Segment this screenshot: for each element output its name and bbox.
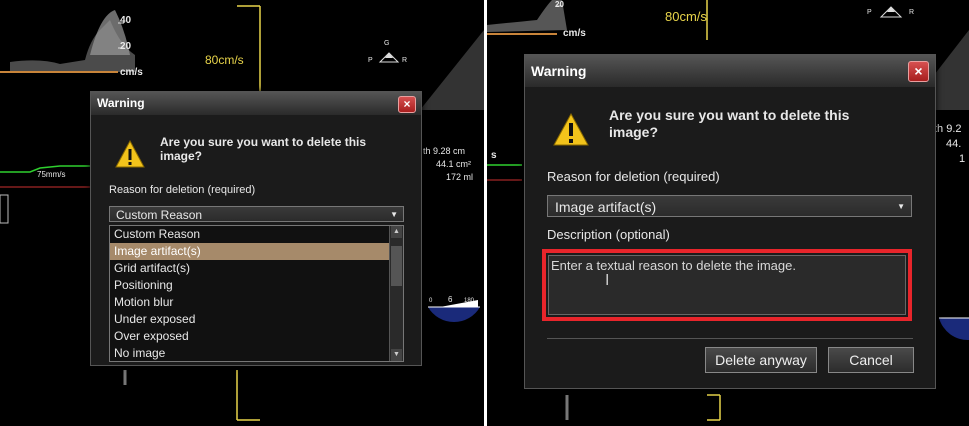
scroll-down-icon[interactable]: ▼ — [391, 349, 402, 361]
option-item[interactable]: Grid artifact(s) — [110, 260, 389, 277]
reason-options-list: Custom Reason Image artifact(s) Grid artif… — [109, 225, 404, 362]
reason-label: Reason for deletion (required) — [547, 169, 720, 184]
chevron-down-icon[interactable]: ▼ — [897, 196, 905, 218]
measurement-area: 44.1 cm² — [436, 159, 472, 169]
orientation-marker-icon — [378, 52, 400, 63]
description-textarea[interactable]: Enter a textual reason to delete the ima… — [548, 255, 906, 315]
measurement-area: 44. — [946, 138, 962, 150]
dialog-message: Are you sure you want to delete this ima… — [609, 107, 850, 140]
dialog-message: Are you sure you want to delete this ima… — [160, 135, 367, 163]
close-button[interactable]: × — [908, 61, 929, 82]
description-label: Description (optional) — [547, 227, 670, 242]
orientation-letter-p: P — [867, 9, 872, 16]
scrollbar-thumb[interactable] — [391, 246, 402, 286]
divider — [547, 338, 913, 339]
right-screenshot-panel: 20 cm/s 80cm/s P R s th 9.2 44. 1 Warnin… — [487, 0, 969, 426]
scale-label-40: 40 — [120, 15, 132, 26]
left-screenshot-panel: 40 20 cm/s 80cm/s 75mm/s G P R th 9.28 c… — [0, 0, 484, 426]
warning-dialog-right: Warning × Are you sure you want to delet… — [524, 54, 936, 389]
scale-label-20: 20 — [555, 0, 564, 9]
scroll-up-icon[interactable]: ▲ — [391, 226, 402, 238]
gauge-max-label: 180 — [464, 298, 475, 304]
reason-dropdown-value: Image artifact(s) — [555, 199, 657, 215]
scale-unit-label: cm/s — [120, 67, 143, 78]
velocity-label: 80cm/s — [205, 53, 244, 67]
scrollbar[interactable]: ▲ ▼ — [389, 226, 403, 361]
gauge-min-label: 0 — [429, 298, 433, 304]
option-item[interactable]: No image — [110, 345, 389, 361]
measurement-volume: 172 ml — [446, 172, 474, 182]
orientation-marker-icon — [879, 6, 903, 18]
scale-label-20: 20 — [120, 41, 132, 52]
option-item[interactable]: Image artifact(s) — [110, 243, 389, 260]
warning-icon — [115, 140, 145, 168]
orientation-letter-r: R — [909, 9, 915, 16]
options-container: Custom Reason Image artifact(s) Grid artif… — [110, 226, 389, 361]
option-item[interactable]: Motion blur — [110, 294, 389, 311]
option-item[interactable]: Positioning — [110, 277, 389, 294]
orientation-letter-p: P — [368, 57, 373, 64]
option-item[interactable]: Custom Reason — [110, 226, 389, 243]
chevron-down-icon[interactable]: ▼ — [390, 207, 398, 223]
orientation-letter-r: R — [402, 57, 408, 64]
delete-anyway-button[interactable]: Delete anyway — [705, 347, 817, 373]
reason-dropdown[interactable]: Image artifact(s) ▼ — [547, 195, 912, 217]
gauge-value-label: 6 — [448, 295, 453, 304]
orientation-letter-g: G — [384, 40, 390, 47]
option-item[interactable]: Under exposed — [110, 311, 389, 328]
reason-label: Reason for deletion (required) — [109, 184, 256, 196]
velocity-label: 80cm/s — [665, 9, 707, 24]
cut-off-label: s — [491, 150, 497, 161]
reason-dropdown[interactable]: Custom Reason ▼ — [109, 206, 404, 222]
text-cursor-icon: I — [605, 272, 610, 289]
warning-dialog-left: Warning × Are you sure you want to delet… — [90, 91, 422, 366]
measurement-volume: 1 — [959, 153, 966, 165]
description-placeholder: Enter a textual reason to delete the ima… — [551, 258, 796, 273]
close-button[interactable]: × — [398, 96, 416, 113]
option-item[interactable]: Over exposed — [110, 328, 389, 345]
measurement-length: th 9.2 — [934, 123, 962, 135]
scale-unit-label: cm/s — [563, 28, 586, 39]
reason-dropdown-value: Custom Reason — [116, 208, 203, 222]
cancel-button[interactable]: Cancel — [828, 347, 914, 373]
measurement-length: th 9.28 cm — [423, 146, 466, 156]
sweep-speed-label: 75mm/s — [37, 170, 66, 179]
description-highlight-box: Enter a textual reason to delete the ima… — [542, 249, 912, 321]
warning-icon — [553, 113, 589, 146]
dialog-title: Warning — [525, 55, 935, 87]
dialog-title: Warning — [91, 92, 421, 115]
